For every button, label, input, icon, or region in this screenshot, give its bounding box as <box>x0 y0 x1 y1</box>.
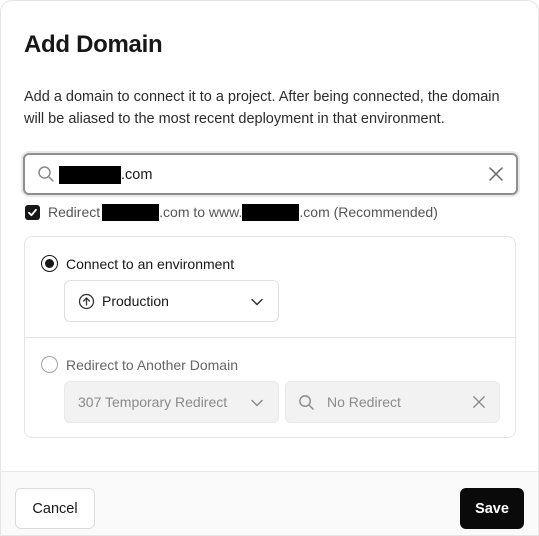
search-icon <box>298 394 315 416</box>
dialog-title: Add Domain <box>24 31 163 58</box>
redacted-text <box>59 166 121 184</box>
redirect-domain-placeholder: No Redirect <box>327 394 401 410</box>
redacted-text <box>102 203 160 221</box>
dialog-footer: Cancel Save <box>1 471 538 535</box>
chevron-down-icon <box>250 396 264 415</box>
cancel-button[interactable]: Cancel <box>15 488 95 529</box>
environment-select[interactable]: Production <box>64 280 279 322</box>
dialog-description: Add a domain to connect it to a project.… <box>24 89 500 127</box>
redirect-domain-radio[interactable] <box>41 356 58 373</box>
search-icon <box>37 165 55 188</box>
check-icon <box>28 208 37 216</box>
redirect-domain-option-label: Redirect to Another Domain <box>66 356 238 373</box>
close-icon[interactable] <box>472 395 486 414</box>
domain-input[interactable]: .com <box>23 153 518 195</box>
redirect-prefix: Redirect <box>48 204 101 220</box>
add-domain-dialog: Add Domain Add a domain to connect it to… <box>0 0 539 536</box>
domain-input-value[interactable]: .com <box>59 165 152 185</box>
www-redirect-label: Redirect .com to www. .com (Recommended) <box>48 203 438 221</box>
www-redirect-option[interactable]: Redirect .com to www. .com (Recommended) <box>25 203 438 221</box>
card-divider <box>25 337 515 338</box>
redirect-status-value: 307 Temporary Redirect <box>78 394 228 410</box>
redirect-suffix: .com (Recommended) <box>299 204 438 220</box>
close-icon[interactable] <box>488 166 504 187</box>
environment-option-label: Connect to an environment <box>66 255 235 272</box>
redirect-middle: .com to www. <box>159 204 243 220</box>
save-button[interactable]: Save <box>460 488 524 529</box>
arrow-up-circle-icon <box>78 293 95 315</box>
environment-radio[interactable] <box>41 255 58 272</box>
redacted-text <box>242 203 300 221</box>
redirect-status-select[interactable]: 307 Temporary Redirect <box>64 381 279 423</box>
www-redirect-checkbox[interactable] <box>25 204 40 220</box>
domain-suffix: .com <box>121 167 153 183</box>
chevron-down-icon <box>250 295 264 314</box>
domain-config-card: Connect to an environment Production Red… <box>24 236 516 438</box>
environment-radio-option[interactable]: Connect to an environment <box>41 255 234 272</box>
environment-select-value: Production <box>102 293 169 309</box>
redirect-domain-input[interactable]: No Redirect <box>285 381 500 423</box>
redirect-domain-radio-option[interactable]: Redirect to Another Domain <box>41 356 238 373</box>
